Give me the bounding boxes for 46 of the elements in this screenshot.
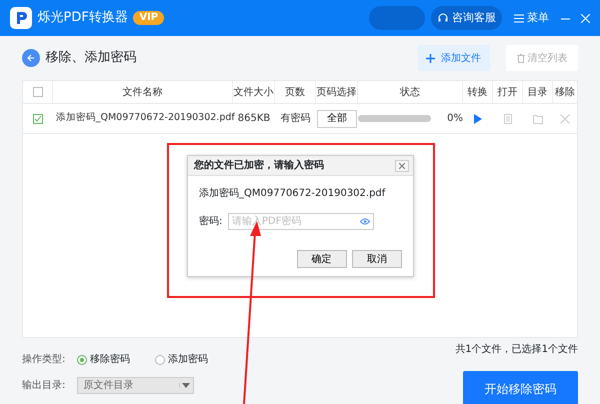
- close-button[interactable]: [395, 160, 409, 172]
- page-count: 有密码: [280, 112, 310, 126]
- plus-icon: [426, 54, 436, 62]
- output-directory-select[interactable]: 原文件目录: [77, 377, 194, 394]
- column-header: 文件大小: [234, 86, 274, 100]
- play-icon[interactable]: [473, 114, 483, 124]
- column-header: 状态: [400, 86, 420, 100]
- eye-icon[interactable]: [360, 218, 370, 225]
- dialog-button[interactable]: 取消: [352, 250, 402, 268]
- page-title: 移除、添加密码: [46, 49, 136, 68]
- back-icon[interactable]: [22, 49, 40, 67]
- radio-option[interactable]: 添加密码: [155, 352, 233, 367]
- page-range-button[interactable]: 全部: [317, 110, 357, 128]
- dialog-button[interactable]: 确定: [296, 250, 346, 268]
- app-title: 烁光PDF转换器: [38, 9, 128, 28]
- add-file-button[interactable]: 添加文件: [418, 45, 490, 71]
- close-icon: [399, 162, 405, 168]
- vip-badge: VIP: [133, 11, 164, 25]
- row-checkbox[interactable]: [33, 114, 43, 124]
- dialog-title: 您的文件已加密，请输入密码: [194, 158, 324, 173]
- column-header: 打开: [498, 86, 518, 100]
- column-header: 文件名称: [122, 86, 162, 100]
- app-logo-icon: [10, 7, 32, 29]
- support-button[interactable]: 咨询客服: [430, 6, 502, 30]
- password-field[interactable]: 请输入PDF密码: [228, 213, 374, 230]
- radio-option[interactable]: 移除密码: [77, 352, 155, 367]
- progress-percent: 0%: [447, 112, 463, 126]
- menu-button[interactable]: 菜单: [513, 8, 550, 28]
- output-directory-label: 输出目录:: [22, 378, 66, 393]
- file-count-text: 共1个文件，已选择1个文件: [455, 342, 578, 357]
- password-label: 密码:: [199, 214, 222, 229]
- select-all-checkbox[interactable]: [32, 87, 42, 97]
- column-header: 页码选择: [316, 86, 356, 100]
- column-header: 转换: [468, 86, 488, 100]
- trash-icon: [516, 54, 525, 62]
- operation-type-label: 操作类型:: [22, 352, 66, 367]
- file-name: 添加密码_QM09770672-20190302.pdf: [56, 111, 235, 126]
- file-size: 865KB: [238, 112, 270, 126]
- start-button[interactable]: 开始移除密码: [463, 371, 578, 404]
- dialog-file-name: 添加密码_QM09770672-20190302.pdf: [199, 186, 386, 201]
- column-header: 目录: [528, 86, 548, 100]
- caret-icon: [178, 383, 193, 388]
- column-header: 页数: [285, 86, 305, 100]
- menu-icon: [514, 14, 524, 22]
- column-header: 移除: [555, 86, 575, 100]
- headset-icon: [437, 12, 449, 24]
